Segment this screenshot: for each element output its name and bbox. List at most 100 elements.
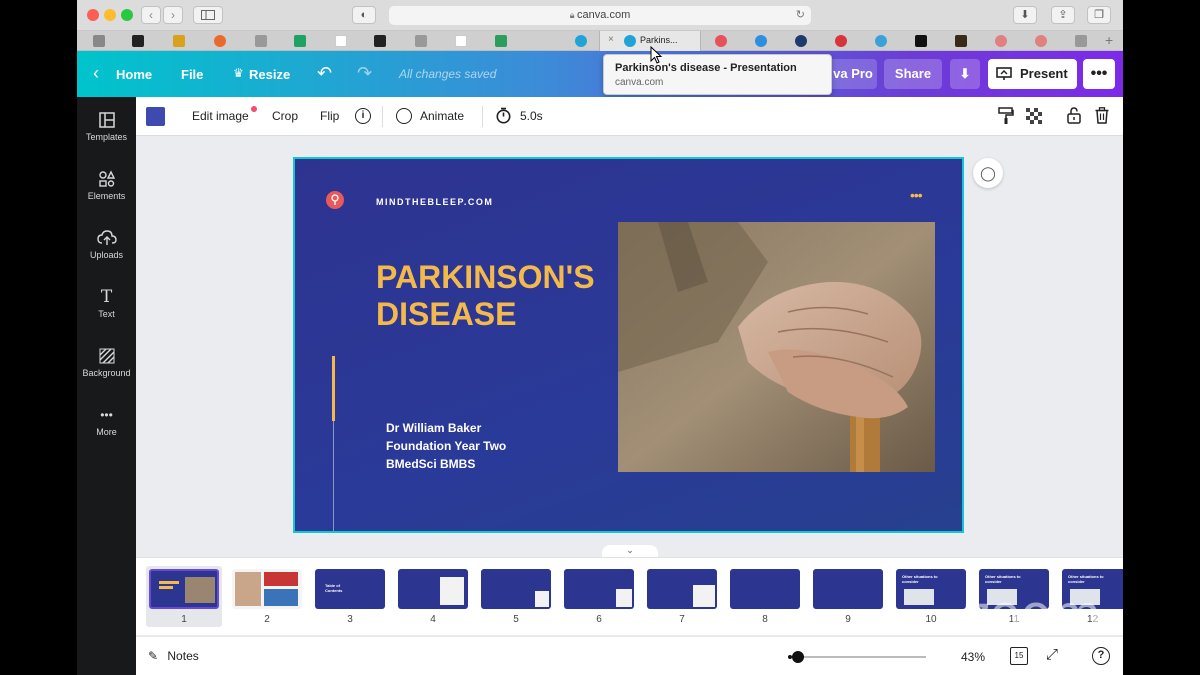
editor-toolbar: Edit image Crop Flip i Animate 5.0s <box>136 97 1123 136</box>
share-browser-button[interactable]: ⇪ <box>1051 6 1075 24</box>
sidebar-item-text[interactable]: T Text <box>77 287 136 339</box>
chevron-left-icon: ‹ <box>149 8 153 22</box>
page-thumbnail[interactable]: Other situations to consider <box>896 569 966 609</box>
author-block[interactable]: Dr William Baker Foundation Year Two BMe… <box>386 419 506 473</box>
tab-favicon[interactable] <box>875 35 887 47</box>
zoom-level[interactable]: 43% <box>961 650 985 664</box>
address-bar[interactable]: 🔒︎ canva.com ↻ <box>389 6 811 25</box>
sidebar-item-templates[interactable]: Templates <box>77 110 136 162</box>
file-menu[interactable]: File <box>181 67 203 82</box>
tab-favicon[interactable] <box>995 35 1007 47</box>
close-window-button[interactable] <box>87 9 99 21</box>
sidebar-toggle-button[interactable] <box>193 6 223 24</box>
page-count-button[interactable]: 15 <box>1010 647 1028 665</box>
duration-button[interactable]: 5.0s <box>520 109 543 123</box>
tab-favicon[interactable] <box>294 35 306 47</box>
page-thumbnail[interactable] <box>730 569 800 609</box>
zoom-slider-fill <box>788 655 792 659</box>
tab-favicon[interactable] <box>335 35 347 47</box>
slide-canvas[interactable]: MINDTHEBLEEP.COM ••• PARKINSON'S DISEASE… <box>293 157 964 533</box>
more-icon[interactable]: ••• <box>910 187 923 203</box>
tab-favicon[interactable] <box>455 35 467 47</box>
slide-photo[interactable] <box>618 222 935 472</box>
close-tab-icon[interactable]: × <box>608 34 614 45</box>
tab-favicon[interactable] <box>715 35 727 47</box>
new-tab-icon[interactable]: + <box>1105 32 1113 48</box>
site-label[interactable]: MINDTHEBLEEP.COM <box>376 197 493 207</box>
tab-favicon[interactable] <box>915 35 927 47</box>
minimize-window-button[interactable] <box>104 9 116 21</box>
tab-favicon[interactable] <box>795 35 807 47</box>
canva-pro-button[interactable]: va Pro <box>829 59 877 89</box>
screen: ‹ › ◐ 🔒︎ canva.com ↻ ⬇ ⇪ ❐ × Parkins... <box>77 0 1123 675</box>
zoom-slider-handle[interactable] <box>792 651 804 663</box>
transparency-icon[interactable] <box>1026 108 1042 124</box>
zoom-slider[interactable] <box>788 651 926 663</box>
page-thumbnail[interactable] <box>813 569 883 609</box>
more-options-button[interactable]: ••• <box>1083 59 1115 89</box>
save-status: All changes saved <box>399 67 497 81</box>
present-button[interactable]: Present <box>988 59 1077 89</box>
download-button[interactable]: ⬇ <box>950 59 980 89</box>
tab-favicon[interactable] <box>1035 35 1047 47</box>
tab-favicon[interactable] <box>1075 35 1087 47</box>
zoom-window-button[interactable] <box>121 9 133 21</box>
forward-button[interactable]: › <box>163 6 183 24</box>
crop-button[interactable]: Crop <box>272 109 298 123</box>
downloads-button[interactable]: ⬇ <box>1013 6 1037 24</box>
photo-hands-on-cane <box>618 222 935 472</box>
page-thumbnail[interactable] <box>232 569 302 609</box>
back-button[interactable]: ‹ <box>141 6 161 24</box>
resize-button[interactable]: Resize <box>249 67 290 82</box>
page-thumbnail[interactable] <box>149 569 219 609</box>
tab-favicon[interactable] <box>575 35 587 47</box>
share-button[interactable]: Share <box>884 59 942 89</box>
privacy-button[interactable]: ◐ <box>352 6 376 24</box>
reload-icon[interactable]: ↻ <box>796 6 805 25</box>
uploads-icon <box>96 230 117 245</box>
page-thumbnail[interactable] <box>564 569 634 609</box>
tab-favicon[interactable] <box>495 35 507 47</box>
animate-button[interactable]: Animate <box>420 109 464 123</box>
page-thumbnail[interactable] <box>398 569 468 609</box>
help-button[interactable]: ? <box>1092 647 1110 665</box>
sidebar-item-label: Text <box>98 309 115 319</box>
flip-button[interactable]: Flip <box>320 109 339 123</box>
home-button[interactable]: Home <box>116 67 152 82</box>
trash-icon[interactable] <box>1095 107 1109 124</box>
author-line: BMedSci BMBS <box>386 457 476 471</box>
unlock-icon[interactable] <box>1067 107 1081 124</box>
sidebar-icon <box>201 10 215 20</box>
slide-title[interactable]: PARKINSON'S DISEASE <box>376 259 595 333</box>
page-thumbnail[interactable]: Table of Contents <box>315 569 385 609</box>
sidebar-item-background[interactable]: Background <box>77 346 136 398</box>
notes-button[interactable]: ✎ Notes <box>148 649 199 663</box>
sidebar-item-more[interactable]: ••• More <box>77 405 136 457</box>
tab-favicon[interactable] <box>835 35 847 47</box>
page-thumbnail[interactable] <box>481 569 551 609</box>
share-icon: ⇪ <box>1058 9 1068 21</box>
info-icon[interactable]: i <box>355 108 371 124</box>
edit-image-button[interactable]: Edit image <box>192 109 249 123</box>
tab-favicon[interactable] <box>955 35 967 47</box>
thumb-photo <box>535 591 549 607</box>
undo-icon[interactable]: ↶ <box>317 63 332 84</box>
tab-favicon[interactable] <box>173 35 185 47</box>
color-swatch[interactable] <box>146 107 165 126</box>
page-thumbnail[interactable] <box>647 569 717 609</box>
sidebar-item-uploads[interactable]: Uploads <box>77 228 136 280</box>
tab-favicon[interactable] <box>374 35 386 47</box>
fullscreen-icon[interactable]: ⤢ <box>1046 646 1058 663</box>
tab-favicon[interactable] <box>255 35 267 47</box>
tab-favicon[interactable] <box>755 35 767 47</box>
tab-favicon[interactable] <box>415 35 427 47</box>
paint-roller-icon[interactable] <box>998 107 1014 125</box>
tabs-overview-button[interactable]: ❐ <box>1087 6 1111 24</box>
tab-favicon[interactable] <box>93 35 105 47</box>
add-comment-button[interactable]: ◯ <box>973 158 1003 188</box>
tab-favicon[interactable] <box>214 35 226 47</box>
sidebar-item-elements[interactable]: Elements <box>77 169 136 221</box>
redo-icon[interactable]: ↷ <box>357 63 372 84</box>
sidebar-item-label: More <box>96 427 117 437</box>
tab-favicon[interactable] <box>132 35 144 47</box>
